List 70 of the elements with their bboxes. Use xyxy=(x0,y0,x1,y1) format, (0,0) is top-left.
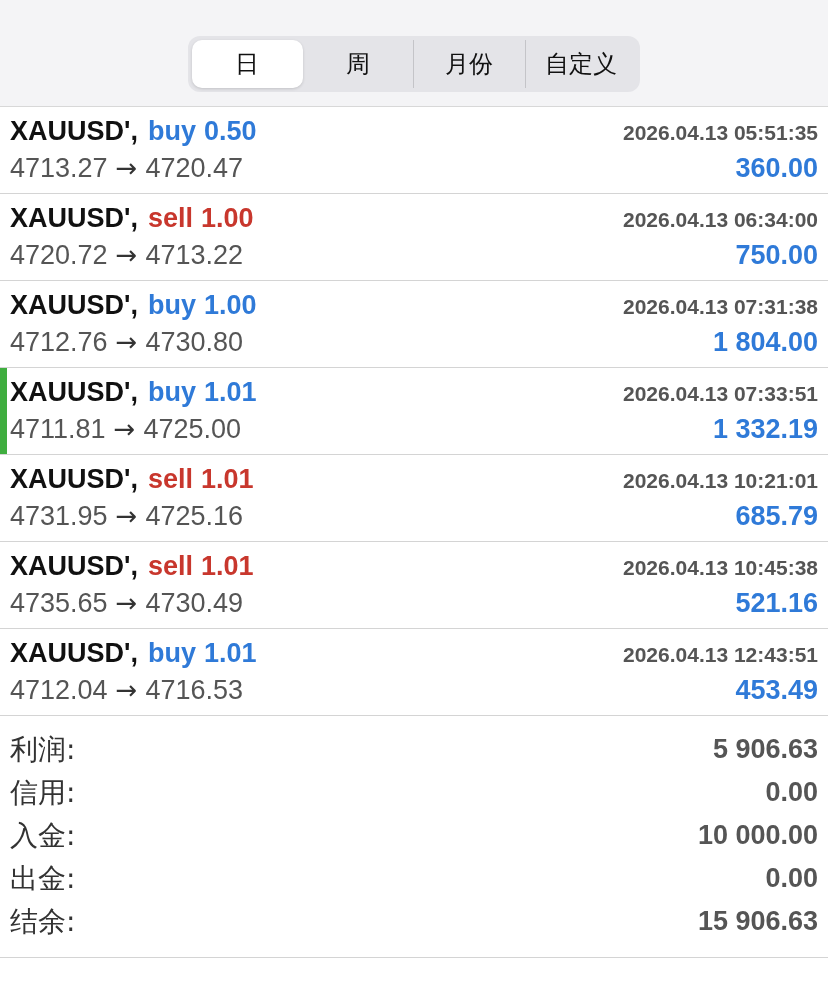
summary-label: 出金: xyxy=(10,860,76,897)
summary-value: 10 000.00 xyxy=(697,820,818,851)
open-price: 4720.72 xyxy=(10,240,108,271)
arrow-glyph: → xyxy=(115,675,138,705)
summary-value: 5 906.63 xyxy=(712,734,818,765)
deal-type-label: sell xyxy=(147,464,193,495)
close-price: 4730.49 xyxy=(145,588,243,619)
deal-time: 2026.04.13 10:21:01 xyxy=(623,469,818,493)
open-price: 4711.81 xyxy=(10,414,106,445)
deal-time: 2026.04.13 07:31:38 xyxy=(623,295,818,319)
profit-value: 685.79 xyxy=(735,501,818,532)
period-tab[interactable]: 日 xyxy=(192,40,303,88)
close-price: 4725.00 xyxy=(143,414,241,445)
volume-label: 0.50 xyxy=(203,116,257,147)
deal-time: 2026.04.13 07:33:51 xyxy=(623,382,818,406)
deal-type-label: sell xyxy=(147,203,193,234)
close-price: 4725.16 xyxy=(145,501,243,532)
period-tab[interactable]: 自定义 xyxy=(524,40,636,88)
volume-label: 1.01 xyxy=(203,377,257,408)
close-price: 4713.22 xyxy=(145,240,243,271)
close-price: 4730.80 xyxy=(145,327,243,358)
arrow-glyph: → xyxy=(115,501,138,531)
deal-time: 2026.04.13 10:45:38 xyxy=(623,556,818,580)
open-price: 4735.65 xyxy=(10,588,108,619)
arrow-glyph: → xyxy=(115,240,138,270)
symbol-label: XAUUSD', xyxy=(10,377,138,408)
symbol-label: XAUUSD', xyxy=(10,290,138,321)
deal-type-label: buy xyxy=(147,377,196,408)
summary-label: 信用: xyxy=(10,774,76,811)
close-price: 4716.53 xyxy=(145,675,243,706)
period-tab[interactable]: 月份 xyxy=(413,40,525,88)
profit-value: 1 332.19 xyxy=(712,414,818,445)
arrow-glyph: → xyxy=(115,327,138,357)
deal-time: 2026.04.13 12:43:51 xyxy=(623,643,818,667)
summary-value: 15 906.63 xyxy=(697,906,818,937)
deal-time: 2026.04.13 05:51:35 xyxy=(623,121,818,145)
symbol-label: XAUUSD', xyxy=(10,551,138,582)
symbol-label: XAUUSD', xyxy=(10,638,138,669)
volume-label: 1.01 xyxy=(201,551,254,582)
deal-type-label: sell xyxy=(147,551,193,582)
profit-value: 1 804.00 xyxy=(712,327,818,358)
arrow-glyph: → xyxy=(115,588,138,618)
volume-label: 1.00 xyxy=(201,203,254,234)
arrow-glyph: → xyxy=(115,153,138,183)
deal-type-label: buy xyxy=(147,116,196,147)
symbol-label: XAUUSD', xyxy=(10,464,138,495)
summary-label: 利润: xyxy=(10,731,76,768)
volume-label: 1.00 xyxy=(203,290,257,321)
deal-type-label: buy xyxy=(147,638,196,669)
summary-label: 结余: xyxy=(10,903,76,940)
volume-label: 1.01 xyxy=(201,464,254,495)
volume-label: 1.01 xyxy=(203,638,257,669)
period-tab[interactable]: 周 xyxy=(302,40,413,88)
open-price: 4731.95 xyxy=(10,501,108,532)
profit-value: 750.00 xyxy=(735,240,818,271)
symbol-label: XAUUSD', xyxy=(10,116,138,147)
profit-value: 521.16 xyxy=(735,588,818,619)
profit-value: 360.00 xyxy=(735,153,818,184)
summary-label: 入金: xyxy=(10,817,76,854)
deal-time: 2026.04.13 06:34:00 xyxy=(623,208,818,232)
symbol-label: XAUUSD', xyxy=(10,203,138,234)
deal-type-label: buy xyxy=(147,290,196,321)
close-price: 4720.47 xyxy=(145,153,243,184)
arrow-glyph: → xyxy=(113,414,136,444)
open-price: 4713.27 xyxy=(10,153,108,184)
open-price: 4712.04 xyxy=(10,675,108,706)
summary-value: 0.00 xyxy=(765,863,818,894)
open-price: 4712.76 xyxy=(10,327,108,358)
summary-value: 0.00 xyxy=(765,777,818,808)
profit-value: 453.49 xyxy=(735,675,818,706)
